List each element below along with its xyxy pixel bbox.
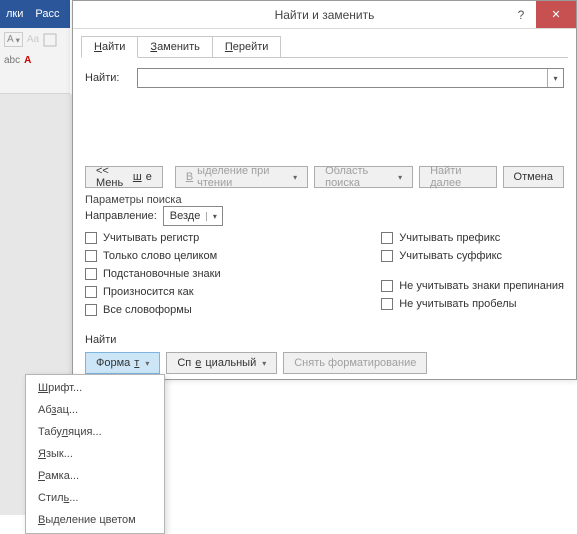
strike-icon[interactable]: abc <box>4 55 20 66</box>
chk-ignore-punct[interactable]: Не учитывать знаки препинания <box>381 280 564 292</box>
dialog-title: Найти и заменить <box>275 8 375 22</box>
search-in-button[interactable]: Область поиска▾ <box>314 166 413 188</box>
direction-label: Направление: <box>85 210 157 222</box>
reading-highlight-button[interactable]: Выделение при чтении▾ <box>175 166 308 188</box>
special-button[interactable]: Специальный▾ <box>166 352 277 374</box>
find-replace-dialog: Найти и заменить ? ✕ Найти Заменить Пере… <box>72 0 577 380</box>
direction-select[interactable]: Везде ▾ <box>163 206 224 226</box>
format-menu: Шрифт... Абзац... Табуляция... Язык... Р… <box>25 374 165 534</box>
ribbon-body: A▾ Aa abc A <box>0 28 70 94</box>
find-section-label: Найти <box>85 334 564 346</box>
menu-language[interactable]: Язык... <box>26 443 164 465</box>
titlebar: Найти и заменить ? ✕ <box>73 1 576 29</box>
clear-format-icon[interactable] <box>43 33 57 47</box>
chk-word-forms[interactable]: Все словоформы <box>85 304 221 316</box>
help-button[interactable]: ? <box>506 1 536 28</box>
clear-formatting-button[interactable]: Снять форматирование <box>283 352 427 374</box>
ribbon-tab-references[interactable]: лки <box>0 8 29 20</box>
menu-frame[interactable]: Рамка... <box>26 465 164 487</box>
ribbon-tab-mailings[interactable]: Расс <box>29 8 65 20</box>
find-input-dropdown[interactable]: ▾ <box>547 69 563 87</box>
chevron-down-icon: ▾ <box>206 212 222 221</box>
cancel-button[interactable]: Отмена <box>503 166 564 188</box>
options-label: Параметры поиска <box>85 194 564 206</box>
font-color-icon[interactable]: A <box>24 55 31 66</box>
format-button[interactable]: Формат▾ <box>85 352 160 374</box>
close-button[interactable]: ✕ <box>536 1 576 28</box>
menu-paragraph[interactable]: Абзац... <box>26 399 164 421</box>
chk-prefix[interactable]: Учитывать префикс <box>381 232 564 244</box>
chk-ignore-space[interactable]: Не учитывать пробелы <box>381 298 564 310</box>
tab-find[interactable]: Найти <box>81 36 138 58</box>
font-placeholder: Aa <box>27 34 39 45</box>
chk-whole-word[interactable]: Только слово целиком <box>85 250 221 262</box>
find-input[interactable]: ▾ <box>137 68 564 88</box>
menu-font[interactable]: Шрифт... <box>26 377 164 399</box>
tab-goto[interactable]: Перейти <box>212 36 282 58</box>
find-label: Найти: <box>85 72 129 84</box>
ribbon-tabstrip: лки Расс <box>0 0 70 28</box>
dialog-tabs: Найти Заменить Перейти <box>73 29 576 57</box>
find-next-button[interactable]: Найти далее <box>419 166 496 188</box>
menu-highlight[interactable]: Выделение цветом <box>26 509 164 531</box>
chk-wildcards[interactable]: Подстановочные знаки <box>85 268 221 280</box>
menu-style[interactable]: Стиль... <box>26 487 164 509</box>
chk-suffix[interactable]: Учитывать суффикс <box>381 250 564 262</box>
less-button[interactable]: << Меньше <box>85 166 163 188</box>
tab-replace[interactable]: Заменить <box>137 36 212 58</box>
chk-sounds-like[interactable]: Произносится как <box>85 286 221 298</box>
chk-match-case[interactable]: Учитывать регистр <box>85 232 221 244</box>
font-size-shrink-icon[interactable]: A▾ <box>4 32 23 47</box>
menu-tabs[interactable]: Табуляция... <box>26 421 164 443</box>
